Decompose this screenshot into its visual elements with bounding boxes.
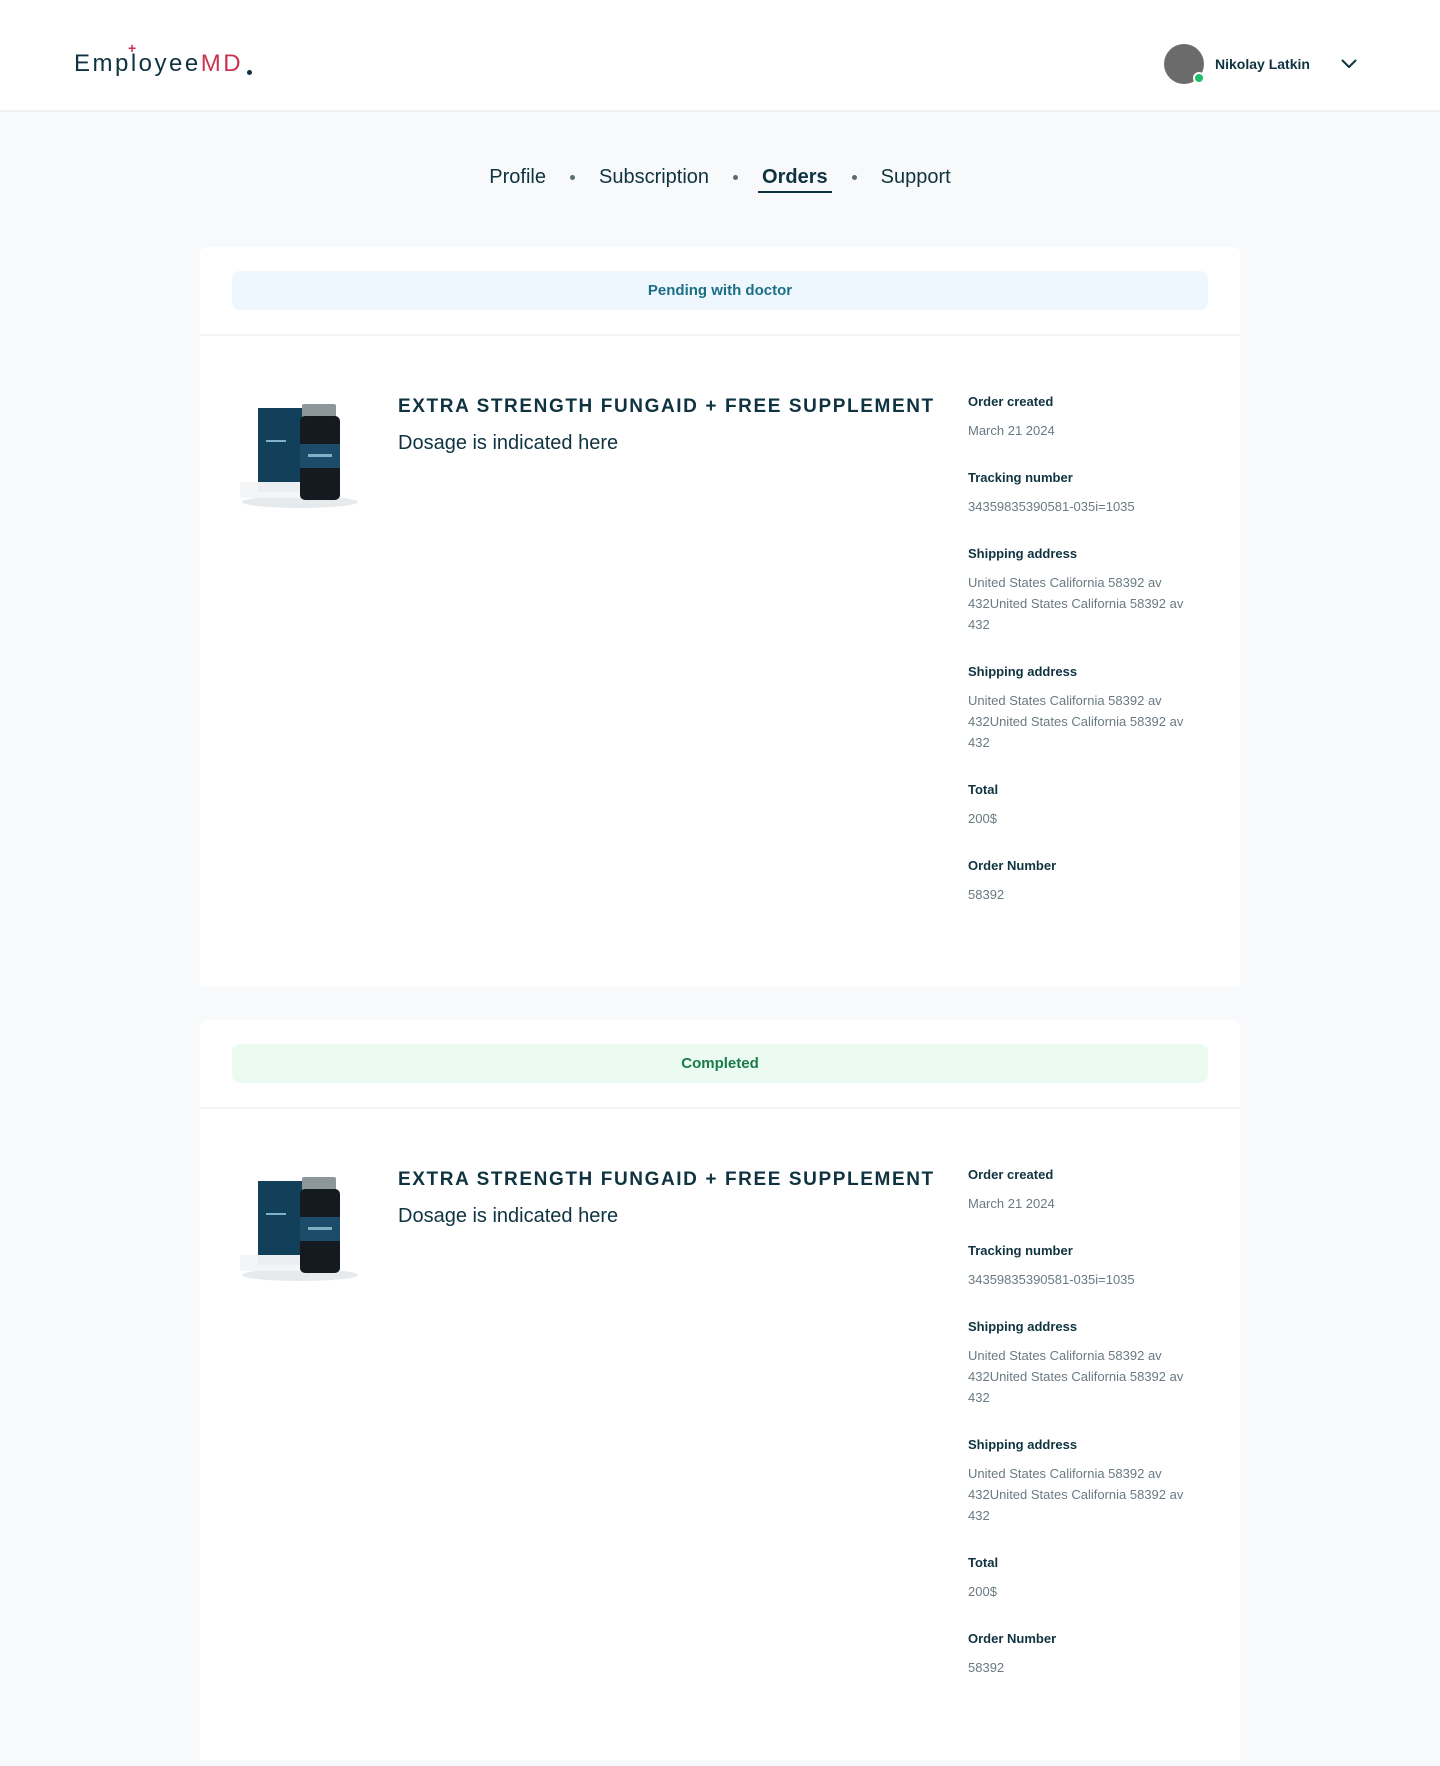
detail-value: 34359835390581-035i=1035 xyxy=(968,499,1135,514)
tab-orders[interactable]: Orders xyxy=(758,166,832,193)
avatar[interactable] xyxy=(1164,44,1205,84)
status-badge: Pending with doctor xyxy=(232,271,1208,310)
detail-label: Shipping address xyxy=(968,664,1078,679)
detail-label: Tracking number xyxy=(968,1243,1073,1258)
detail-label: Order created xyxy=(968,1167,1054,1182)
order-details: Order created March 21 2024 Tracking num… xyxy=(968,394,1208,934)
tab-support[interactable]: Support xyxy=(877,166,955,193)
detail-label: Shipping address xyxy=(968,546,1078,561)
logo-plus: + xyxy=(128,40,139,56)
tab-separator xyxy=(733,175,739,180)
logo[interactable]: + Employee MD xyxy=(74,40,253,78)
status-badge: Completed xyxy=(232,1044,1208,1083)
detail-label: Order Number xyxy=(968,1631,1057,1646)
tab-separator xyxy=(851,175,857,180)
detail-shipping-address: Shipping address United States Californi… xyxy=(968,1437,1208,1526)
detail-order-number: Order Number 58392 xyxy=(968,1631,1208,1678)
detail-label: Total xyxy=(968,1555,999,1570)
product-title: EXTRA STRENGTH FUNGAID + FREE SUPPLEMENT xyxy=(398,396,935,417)
tab-profile[interactable]: Profile xyxy=(485,166,550,193)
user-name: Nikolay Latkin xyxy=(1215,56,1310,72)
order-status-bar: Pending with doctor xyxy=(200,247,1240,336)
detail-total: Total 200$ xyxy=(968,1555,1208,1602)
online-status-dot xyxy=(1193,72,1205,84)
detail-label: Total xyxy=(968,782,999,797)
detail-shipping-address: Shipping address United States Californi… xyxy=(968,546,1208,635)
detail-value: 200$ xyxy=(968,1584,997,1599)
detail-order-number: Order Number 58392 xyxy=(968,858,1208,905)
detail-value: 200$ xyxy=(968,811,997,826)
product-image xyxy=(240,1169,360,1284)
detail-label: Shipping address xyxy=(968,1437,1078,1452)
user-menu[interactable]: Nikolay Latkin xyxy=(1164,44,1358,84)
order-details: Order created March 21 2024 Tracking num… xyxy=(968,1167,1208,1707)
tab-subscription[interactable]: Subscription xyxy=(595,166,713,193)
order-body: EXTRA STRENGTH FUNGAID + FREE SUPPLEMENT… xyxy=(200,336,1240,987)
detail-tracking-number: Tracking number 34359835390581-035i=1035 xyxy=(968,1243,1208,1290)
detail-order-created: Order created March 21 2024 xyxy=(968,394,1208,441)
detail-value: March 21 2024 xyxy=(968,423,1055,438)
logo-accent: MD xyxy=(200,50,244,77)
top-header: + Employee MD Nikolay Latkin xyxy=(0,0,1440,112)
chevron-down-icon[interactable] xyxy=(1340,55,1358,73)
product-image xyxy=(240,396,360,511)
detail-label: Shipping address xyxy=(968,1319,1078,1334)
detail-value: 34359835390581-035i=1035 xyxy=(968,1272,1135,1287)
detail-value: United States California 58392 av 432Uni… xyxy=(968,1348,1184,1405)
product-dosage: Dosage is indicated here xyxy=(398,1205,619,1227)
tab-separator xyxy=(569,175,575,180)
detail-value: March 21 2024 xyxy=(968,1196,1055,1211)
detail-value: United States California 58392 av 432Uni… xyxy=(968,575,1184,632)
logo-dot xyxy=(247,70,253,75)
detail-value: United States California 58392 av 432Uni… xyxy=(968,1466,1184,1523)
detail-value: 58392 xyxy=(968,1660,1005,1675)
detail-label: Order Number xyxy=(968,858,1057,873)
detail-shipping-address: Shipping address United States Californi… xyxy=(968,664,1208,753)
detail-tracking-number: Tracking number 34359835390581-035i=1035 xyxy=(968,470,1208,517)
detail-shipping-address: Shipping address United States Californi… xyxy=(968,1319,1208,1408)
detail-value: 58392 xyxy=(968,887,1005,902)
order-card: Pending with doctor EXTRA STRENGTH FUNGA… xyxy=(200,247,1240,987)
order-body: EXTRA STRENGTH FUNGAID + FREE SUPPLEMENT… xyxy=(200,1109,1240,1760)
account-tabs: Profile Subscription Orders Support xyxy=(0,166,1440,193)
product-dosage: Dosage is indicated here xyxy=(398,432,619,454)
order-status-bar: Completed xyxy=(200,1020,1240,1109)
detail-total: Total 200$ xyxy=(968,782,1208,829)
order-card: Completed EXTRA STRENGTH FUNGAID + FREE … xyxy=(200,1020,1240,1760)
detail-label: Order created xyxy=(968,394,1054,409)
detail-value: United States California 58392 av 432Uni… xyxy=(968,693,1184,750)
detail-order-created: Order created March 21 2024 xyxy=(968,1167,1208,1214)
product-title: EXTRA STRENGTH FUNGAID + FREE SUPPLEMENT xyxy=(398,1169,935,1190)
detail-label: Tracking number xyxy=(968,470,1073,485)
